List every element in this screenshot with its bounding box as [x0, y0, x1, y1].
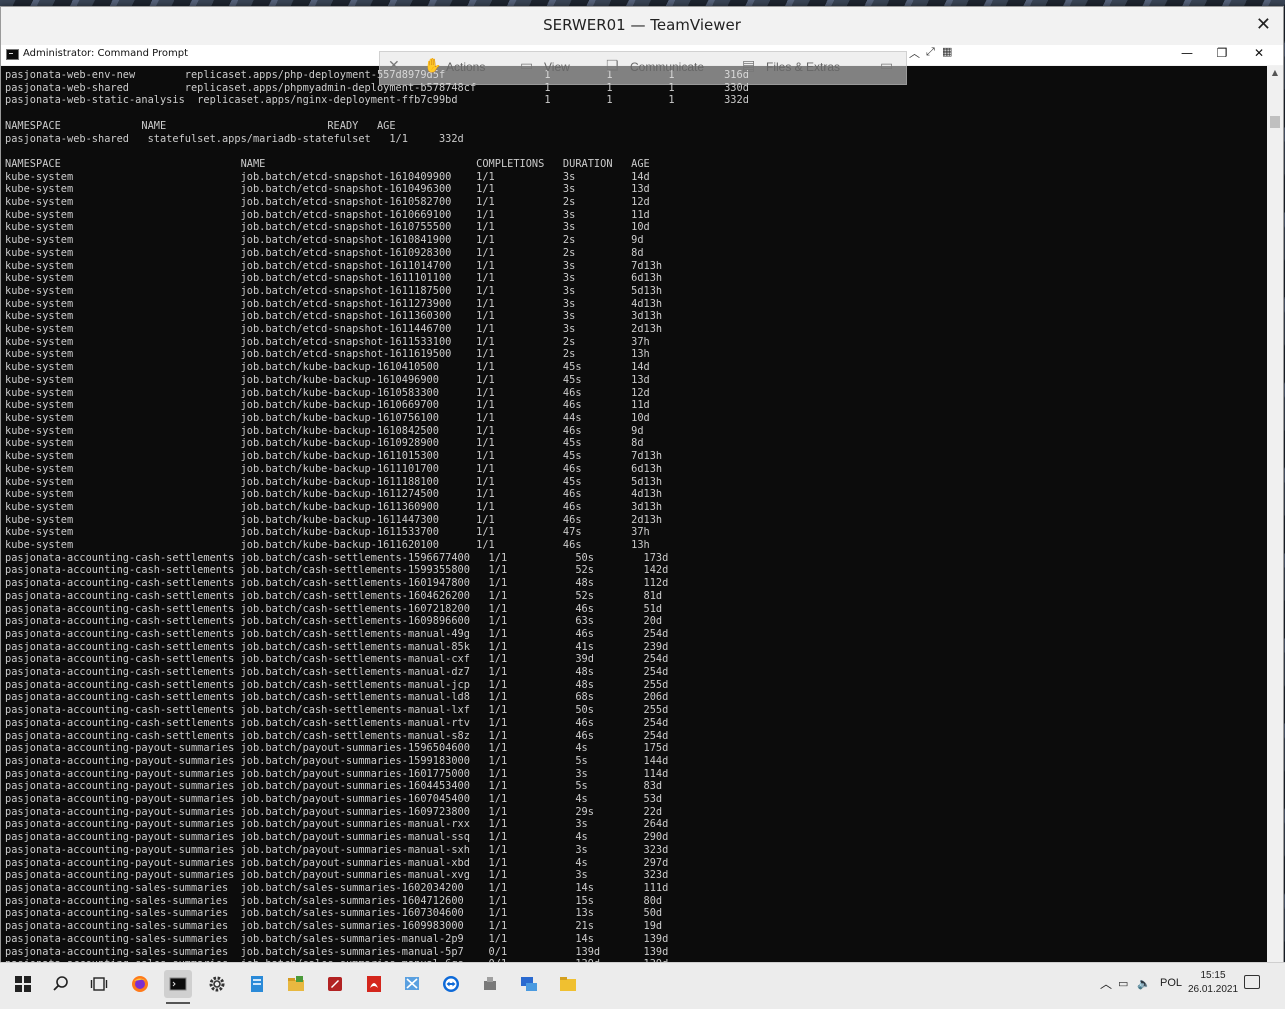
actions-icon: ✋ — [424, 58, 442, 74]
scroll-thumb[interactable] — [1270, 116, 1280, 128]
acrobat-taskbar-button[interactable] — [360, 970, 388, 998]
tray-overflow-chevron-icon[interactable]: ︿ — [1100, 975, 1112, 992]
window-close-button[interactable]: ✕ — [1256, 14, 1271, 35]
grid-icon[interactable]: ▦ — [942, 45, 952, 58]
file-explorer-taskbar-button[interactable] — [554, 970, 582, 998]
volume-icon[interactable]: 🔈 — [1137, 977, 1151, 990]
network-box-icon — [484, 977, 496, 990]
folder-tools-icon — [288, 976, 304, 991]
notification-icon[interactable] — [1244, 975, 1260, 989]
scissors-icon — [405, 977, 419, 990]
cmd-close-button[interactable]: ✕ — [1249, 46, 1269, 60]
task-view-icon — [90, 977, 108, 991]
terminal-icon — [6, 49, 19, 60]
search-button[interactable] — [47, 970, 75, 998]
pdf-icon — [367, 976, 381, 992]
app-red-taskbar-button[interactable] — [321, 970, 349, 998]
scroll-up-arrow-icon[interactable]: ▲ — [1267, 66, 1283, 80]
teamviewer-window: SERWER01 — TeamViewer ✕ Administrator: C… — [0, 6, 1284, 973]
fullscreen-icon[interactable]: ⤢ — [926, 45, 935, 59]
toolbar-files-menu[interactable]: Files & Extras — [766, 60, 840, 74]
toolbar-collapse-icon[interactable]: ︿ — [909, 45, 920, 61]
windows-taskbar: ︿ ▭ 🔈 POL 15:15 26.01.2021 — [0, 962, 1285, 1009]
communicate-icon: ❏ — [606, 58, 619, 74]
teamviewer-taskbar-button[interactable] — [437, 970, 465, 998]
clock-date: 26.01.2021 — [1187, 984, 1239, 995]
teamviewer-icon — [443, 976, 459, 992]
windows-logo-icon — [15, 976, 31, 992]
start-button[interactable] — [9, 970, 37, 998]
remote-desktop-taskbar-button[interactable] — [515, 970, 543, 998]
clock-time: 15:15 — [1200, 970, 1226, 981]
input-language[interactable]: POL — [1160, 977, 1182, 989]
screen-icon[interactable]: ▭ — [880, 58, 893, 74]
files-icon: ▤ — [742, 58, 756, 74]
console-output[interactable]: pasjonata-web-env-new replicaset.apps/ph… — [1, 66, 1267, 973]
view-icon: ▭ — [520, 58, 534, 74]
tool-red-icon — [328, 977, 342, 991]
console-text: pasjonata-web-env-new replicaset.apps/ph… — [5, 69, 749, 970]
task-view-button[interactable] — [85, 970, 113, 998]
toolbar-actions-menu[interactable]: Actions — [446, 60, 485, 74]
network-tool-taskbar-button[interactable] — [476, 970, 504, 998]
terminal-icon — [169, 977, 187, 991]
firefox-taskbar-button[interactable] — [126, 970, 154, 998]
toolbar-view-menu[interactable]: View — [544, 60, 570, 74]
explorer-tools-taskbar-button[interactable] — [282, 970, 310, 998]
cmd-maximize-button[interactable]: ❐ — [1212, 46, 1232, 60]
remote-desktop-icon — [521, 977, 537, 991]
search-icon — [53, 976, 68, 991]
toolbar-close-icon[interactable]: ✕ — [388, 58, 400, 74]
server-manager-taskbar-button[interactable] — [243, 970, 271, 998]
console-scrollbar[interactable]: ▲ ▼ — [1267, 66, 1283, 973]
network-icon[interactable]: ▭ — [1118, 977, 1128, 990]
snipping-taskbar-button[interactable] — [398, 970, 426, 998]
gear-icon — [209, 976, 225, 992]
window-title: SERWER01 — TeamViewer — [543, 16, 741, 34]
server-icon — [251, 976, 263, 992]
cmd-minimize-button[interactable]: — — [1177, 46, 1197, 60]
teamviewer-toolbar: ✕ ✋ Actions ▭ View ❏ Communicate ▤ Files… — [379, 51, 907, 85]
folder-icon — [560, 977, 576, 991]
toolbar-communicate-menu[interactable]: Communicate — [630, 60, 704, 74]
firefox-icon — [132, 976, 148, 992]
teamviewer-titlebar[interactable]: SERWER01 — TeamViewer ✕ — [1, 7, 1283, 43]
cmd-taskbar-button[interactable] — [164, 970, 192, 1004]
cmd-title: Administrator: Command Prompt — [23, 48, 188, 59]
system-clock[interactable]: 15:15 26.01.2021 — [1185, 969, 1241, 997]
settings-taskbar-button[interactable] — [203, 970, 231, 998]
